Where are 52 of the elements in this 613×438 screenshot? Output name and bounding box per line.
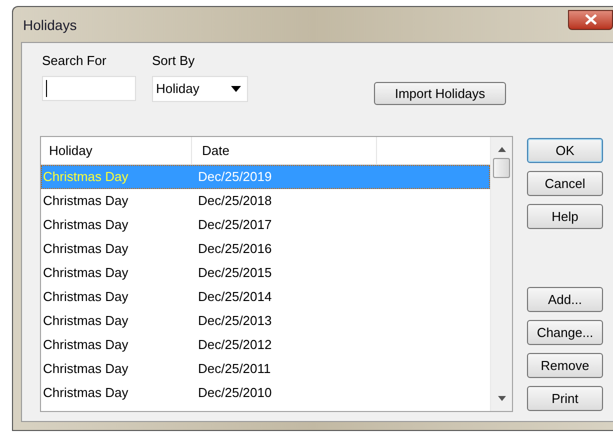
table-cell-text: Christmas Day [42, 168, 130, 186]
column-header[interactable]: Holiday [41, 137, 192, 164]
import-holidays-button[interactable]: Import Holidays [374, 82, 506, 105]
dialog-button[interactable]: Cancel [527, 171, 603, 196]
table-cell-text: Dec/25/2017 [197, 216, 272, 234]
close-icon [584, 14, 596, 25]
scroll-thumb[interactable] [493, 158, 510, 178]
dialog-button[interactable]: Print [527, 386, 603, 411]
table-cell-text: Dec/25/2018 [197, 192, 272, 210]
table-cell-text: Dec/25/2012 [197, 336, 272, 354]
table-cell-text: Christmas Day [42, 312, 130, 330]
dialog-button[interactable]: Change... [527, 320, 603, 345]
table-row[interactable]: Christmas Day Dec/25/2012 [41, 333, 490, 357]
table-cell-text: Dec/25/2011 [197, 360, 271, 378]
table-row[interactable]: Christmas Day Dec/25/2010 [41, 381, 490, 405]
search-label: Search For [42, 52, 108, 70]
table-row[interactable]: Christmas Day Dec/25/2013 [41, 309, 490, 333]
scroll-down-icon[interactable] [498, 396, 506, 401]
table-cell-text: Christmas Day [42, 240, 130, 258]
scroll-up-icon[interactable] [498, 147, 506, 152]
dialog-button[interactable]: Remove [527, 353, 603, 378]
table-cell-text: Christmas Day [42, 336, 130, 354]
table-cell-text: Dec/25/2013 [197, 312, 272, 330]
close-button[interactable] [568, 10, 613, 30]
table-cell-text: Dec/25/2016 [197, 240, 272, 258]
dialog-button[interactable]: Help [527, 204, 603, 229]
table-cell-text: Christmas Day [42, 192, 130, 210]
dropdown-arrow-icon [231, 86, 241, 92]
dialog-button[interactable]: Add... [527, 287, 603, 312]
table-row[interactable]: Christmas Day Dec/25/2018 [41, 189, 490, 213]
search-field[interactable] [42, 76, 136, 100]
sort-label: Sort By [152, 52, 196, 70]
table-row[interactable]: Christmas Day Dec/25/2011 [41, 357, 490, 381]
table-row[interactable]: Christmas Day Dec/25/2014 [41, 285, 490, 309]
table-row[interactable]: Christmas Day Dec/25/2015 [41, 261, 490, 285]
table-cell-text: Dec/25/2010 [197, 384, 272, 402]
table-cell-text: Christmas Day [42, 264, 130, 282]
table-cell-text: Christmas Day [42, 288, 130, 306]
table-cell-text: Christmas Day [42, 360, 130, 378]
table-row[interactable]: Christmas Day Dec/25/2017 [41, 213, 490, 237]
table-cell-text: Christmas Day [42, 216, 130, 234]
table-cell-text: Dec/25/2014 [197, 288, 272, 306]
table-row[interactable]: Christmas Day Dec/25/2016 [41, 237, 490, 261]
scrollbar[interactable] [490, 137, 512, 411]
table-cell-text: Christmas Day [42, 384, 130, 402]
sort-dropdown[interactable]: Holiday [152, 76, 248, 102]
column-header[interactable]: Date [192, 137, 377, 164]
text-cursor [46, 80, 47, 96]
table-cell-text: Dec/25/2015 [197, 264, 272, 282]
window-title: Holidays [23, 16, 77, 35]
table-cell-text: Dec/25/2019 [197, 168, 272, 186]
dialog-button[interactable]: OK [527, 138, 603, 163]
